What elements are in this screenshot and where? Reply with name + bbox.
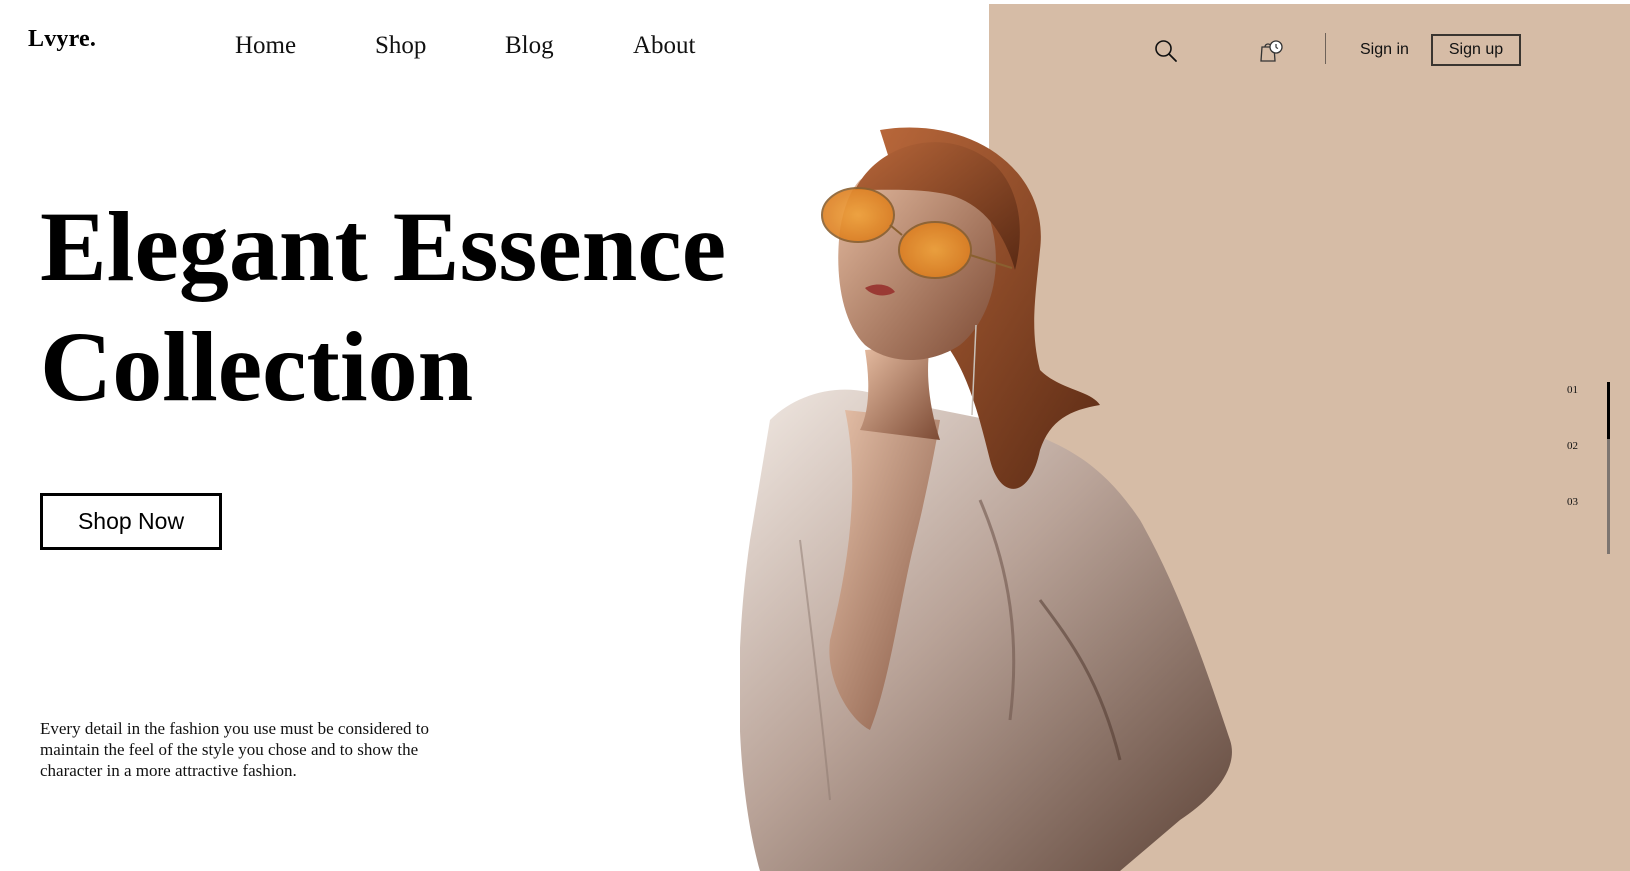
- hero-description: Every detail in the fashion you use must…: [40, 719, 430, 780]
- hero-title: Elegant Essence Collection: [40, 187, 726, 427]
- hero-title-line-2: Collection: [40, 311, 474, 422]
- sign-in-link[interactable]: Sign in: [1360, 41, 1409, 59]
- nav-item-shop[interactable]: Shop: [375, 32, 426, 60]
- shopping-bag-icon[interactable]: [1258, 38, 1284, 64]
- slide-number-03[interactable]: 03: [1567, 496, 1578, 508]
- slide-number-02[interactable]: 02: [1567, 440, 1578, 452]
- landing-page: Lvyre. Home Shop Blog About Sign in Sign…: [0, 0, 1630, 871]
- sign-up-button[interactable]: Sign up: [1431, 34, 1521, 66]
- search-icon[interactable]: [1153, 38, 1179, 64]
- brand-logo[interactable]: Lvyre.: [28, 26, 96, 53]
- nav-item-about[interactable]: About: [633, 32, 696, 60]
- header-divider: [1325, 33, 1326, 64]
- nav-item-blog[interactable]: Blog: [505, 32, 554, 60]
- hero-title-line-1: Elegant Essence: [40, 191, 727, 302]
- hero-model-image: [740, 127, 1232, 871]
- nav-item-home[interactable]: Home: [235, 32, 296, 60]
- shop-now-button[interactable]: Shop Now: [40, 493, 222, 550]
- slide-number-01[interactable]: 01: [1567, 384, 1578, 396]
- slide-indicator: 01 02 03: [1560, 382, 1610, 554]
- slide-active-bar: [1607, 382, 1610, 439]
